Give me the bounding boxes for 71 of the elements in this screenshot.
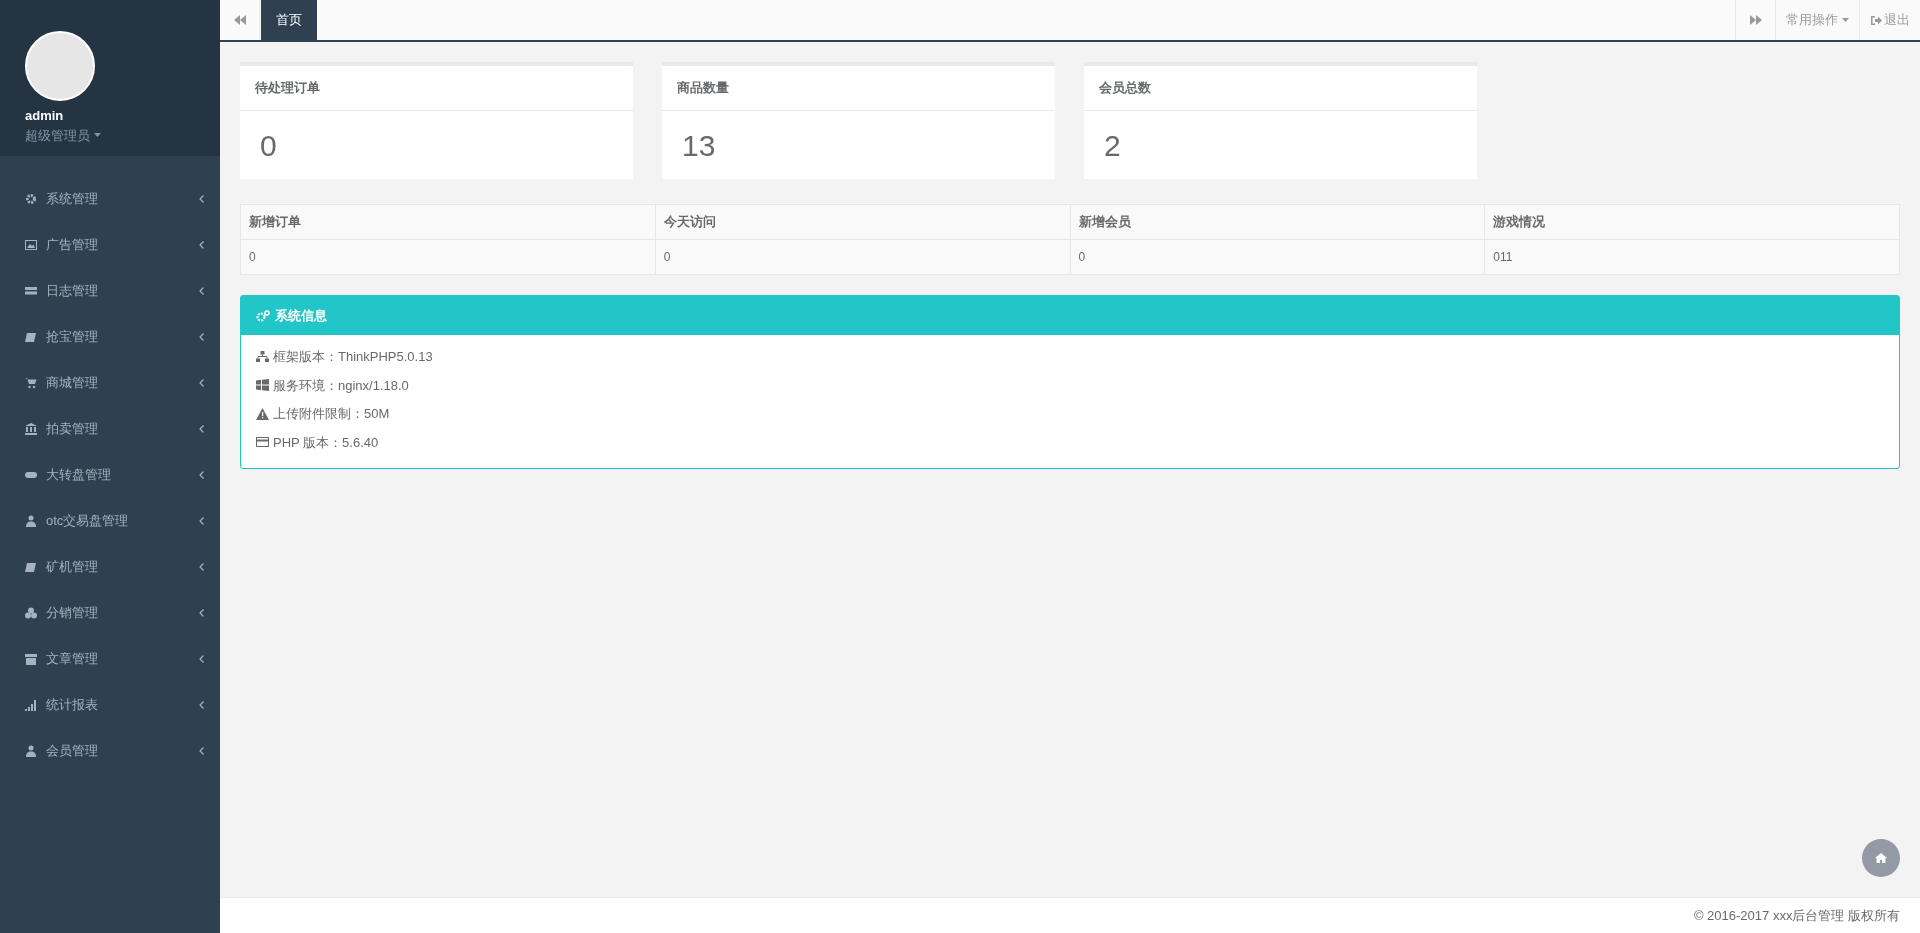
- bank-icon: [25, 423, 37, 435]
- user-role-dropdown[interactable]: 超级管理员: [25, 125, 101, 145]
- signal-bars-icon: [25, 699, 37, 711]
- sidebar-menu-item[interactable]: 拍卖管理: [0, 406, 220, 452]
- page-tab[interactable]: 首页: [261, 0, 317, 40]
- double-left-arrow-icon: [233, 15, 246, 25]
- user-icon: [25, 745, 37, 757]
- panel-title: 系统信息: [275, 306, 327, 325]
- chevron-left-icon: [199, 609, 204, 617]
- sidebar-menu-item[interactable]: 文章管理: [0, 636, 220, 682]
- cubes-icon: [25, 607, 37, 619]
- picture-icon: [25, 239, 37, 251]
- caret-down-icon: [1842, 18, 1849, 22]
- table-cell: 0: [655, 239, 1070, 275]
- chevron-left-icon: [199, 241, 204, 249]
- sidebar-menu-item[interactable]: 日志管理: [0, 268, 220, 314]
- copyright-text: © 2016-2017 xxx后台管理 版权所有: [1693, 906, 1900, 925]
- chevron-left-icon: [199, 195, 204, 203]
- chevron-left-icon: [199, 517, 204, 525]
- column-header: 新增会员: [1070, 204, 1485, 240]
- info-line: 框架版本：ThinkPHP5.0.13: [273, 348, 433, 366]
- sidebar-menu-item[interactable]: otc交易盘管理: [0, 498, 220, 544]
- card-value: 2: [1104, 127, 1121, 164]
- warning-icon: [256, 407, 269, 420]
- column-header: 游戏情况: [1484, 204, 1900, 240]
- table-cell: 011: [1484, 239, 1900, 275]
- sidebar-menu-item[interactable]: 分销管理: [0, 590, 220, 636]
- home-button[interactable]: [1862, 839, 1900, 877]
- column-header: 今天访问: [655, 204, 1070, 240]
- card-title: 会员总数: [1084, 66, 1477, 111]
- credit-card-icon: [256, 436, 269, 449]
- info-line: 上传附件限制：50M: [273, 405, 390, 423]
- sidebar-menu-item[interactable]: 广告管理: [0, 222, 220, 268]
- double-right-arrow-icon: [1749, 15, 1762, 25]
- archive-icon: [25, 653, 37, 665]
- card-title: 待处理订单: [240, 66, 633, 111]
- sidebar-menu-item[interactable]: 会员管理: [0, 728, 220, 774]
- user-name: admin: [25, 107, 64, 125]
- chevron-left-icon: [199, 471, 204, 479]
- table-cell: 0: [1070, 239, 1485, 275]
- sidebar-menu-item[interactable]: 矿机管理: [0, 544, 220, 590]
- chevron-left-icon: [199, 655, 204, 663]
- card-value: 0: [260, 127, 277, 164]
- caret-down-icon: [94, 133, 101, 138]
- chevron-left-icon: [199, 287, 204, 295]
- sidebar-menu-item[interactable]: 系统管理: [0, 176, 220, 222]
- list-icon: [25, 285, 37, 297]
- info-line: PHP 版本：5.6.40: [273, 433, 379, 452]
- chevron-left-icon: [199, 379, 204, 387]
- logout-button[interactable]: 退出: [1859, 0, 1920, 40]
- operations-dropdown[interactable]: 常用操作: [1775, 0, 1859, 40]
- sitemap-icon: [256, 350, 269, 363]
- sidebar-menu-item[interactable]: 抢宝管理: [0, 314, 220, 360]
- chevron-left-icon: [199, 333, 204, 341]
- sidebar-menu-item[interactable]: 统计报表: [0, 682, 220, 728]
- user-icon: [25, 515, 37, 527]
- card-value: 13: [682, 127, 716, 164]
- chevron-left-icon: [199, 563, 204, 571]
- card-title: 商品数量: [662, 66, 1055, 111]
- cart-icon: [25, 377, 37, 389]
- info-line: 服务环境：nginx/1.18.0: [273, 376, 409, 395]
- chevron-left-icon: [199, 425, 204, 433]
- home-icon: [1875, 853, 1887, 863]
- windows-icon: [256, 379, 269, 392]
- sign-out-icon: [1870, 14, 1882, 26]
- column-header: 新增订单: [240, 204, 656, 240]
- table-cell: 0: [240, 239, 656, 275]
- chevron-left-icon: [199, 701, 204, 709]
- sidebar-menu-item[interactable]: 大转盘管理: [0, 452, 220, 498]
- chevron-left-icon: [199, 747, 204, 755]
- sidebar-menu-item[interactable]: 商城管理: [0, 360, 220, 406]
